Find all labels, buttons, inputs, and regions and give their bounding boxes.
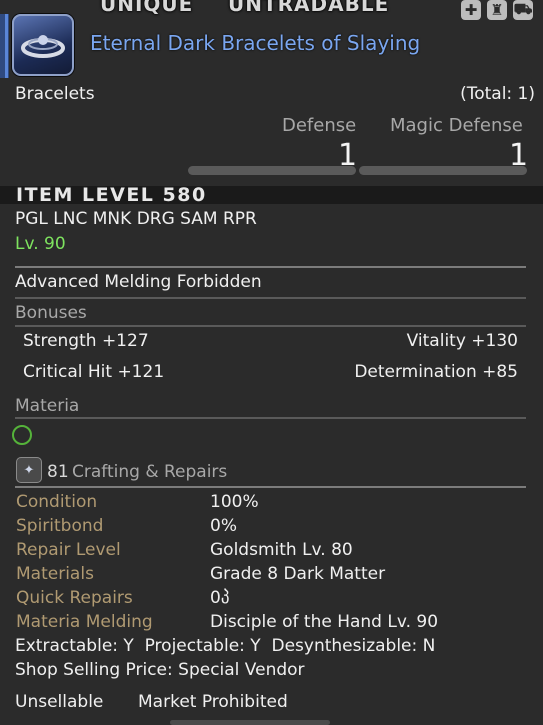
required-level: Lv. 90	[15, 234, 66, 254]
job-list: PGL LNC MNK DRG SAM RPR	[15, 209, 257, 229]
defense-bar	[188, 166, 356, 175]
bracelet-item-icon[interactable]	[12, 14, 74, 76]
magic-defense-bar	[359, 166, 527, 175]
divider	[15, 266, 526, 268]
condition-label: Condition	[16, 492, 98, 512]
item-level: ITEM LEVEL 580	[16, 184, 207, 206]
untradable-flag: UNTRADABLE	[228, 0, 390, 16]
item-total: (Total: 1)	[460, 84, 535, 104]
rarity-accent-bar	[0, 14, 9, 78]
quick-repairs-value: 0პ	[210, 588, 230, 608]
divider	[15, 297, 526, 299]
glamour-icon[interactable]: ♜	[487, 0, 507, 20]
defense-label: Defense	[282, 115, 357, 136]
materia-melding-value: Disciple of the Hand Lv. 90	[210, 612, 439, 632]
spiritbond-value: 0%	[210, 516, 237, 536]
condition-value: 100%	[210, 492, 259, 512]
scroll-thumb[interactable]	[170, 720, 330, 725]
unsellable-tag: Unsellable	[15, 692, 104, 712]
bonus-determination: Determination +85	[354, 362, 518, 382]
crafting-header: Crafting & Repairs	[72, 462, 228, 482]
bonus-critical-hit: Critical Hit +121	[23, 362, 165, 382]
unique-flag: UNIQUE	[100, 0, 194, 16]
dye-icon[interactable]: ⛟	[513, 0, 533, 20]
materials-label: Materials	[16, 564, 94, 584]
extract-info: Extractable: Y Projectable: Y Desynthesi…	[15, 636, 436, 656]
materia-header: Materia	[15, 396, 80, 416]
repair-level-value: Goldsmith Lv. 80	[210, 540, 353, 560]
divider	[15, 325, 526, 327]
materia-slot[interactable]	[12, 425, 32, 445]
crafting-number: 81	[47, 462, 69, 482]
bonus-vitality: Vitality +130	[406, 331, 518, 351]
item-category: Bracelets	[15, 84, 95, 104]
spiritbond-label: Spiritbond	[16, 516, 104, 536]
market-prohibited-tag: Market Prohibited	[138, 692, 288, 712]
bonus-strength: Strength +127	[23, 331, 149, 351]
materials-value: Grade 8 Dark Matter	[210, 564, 386, 584]
plus-icon[interactable]: ✚	[461, 0, 481, 20]
divider	[15, 486, 526, 488]
item-name: Eternal Dark Bracelets of Slaying	[90, 31, 421, 55]
magic-defense-label: Magic Defense	[390, 115, 523, 136]
bonuses-header: Bonuses	[15, 303, 87, 323]
divider	[15, 417, 526, 419]
crafting-icon: ✦	[16, 457, 42, 483]
shop-price: Shop Selling Price: Special Vendor	[15, 660, 305, 680]
repair-level-label: Repair Level	[16, 540, 121, 560]
top-icon-group: ✚ ♜ ⛟	[461, 0, 533, 20]
melding-status: Advanced Melding Forbidden	[15, 272, 262, 292]
quick-repairs-label: Quick Repairs	[16, 588, 133, 608]
materia-melding-label: Materia Melding	[16, 612, 153, 632]
